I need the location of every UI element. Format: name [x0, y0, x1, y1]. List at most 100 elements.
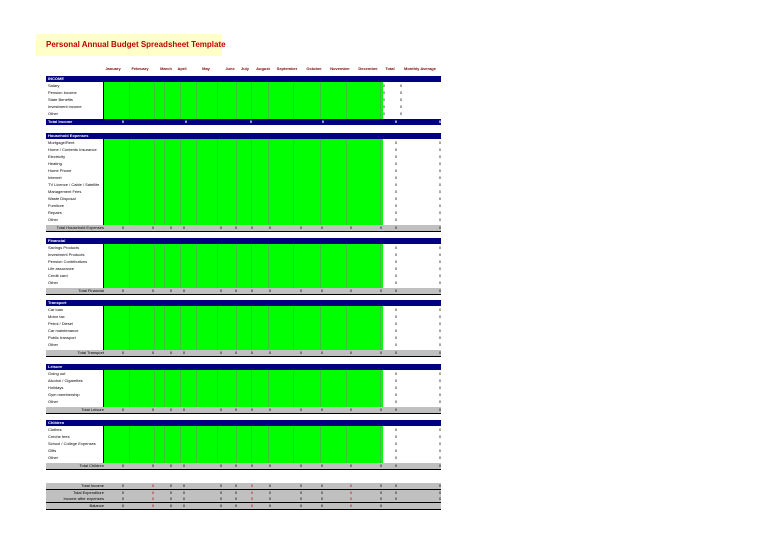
row-label: Life assurance: [48, 266, 75, 271]
row-label: School / College Expenses: [48, 441, 96, 446]
grid-line: [236, 139, 237, 225]
row-label: Internet: [48, 175, 62, 180]
row-total-value: 0: [394, 280, 398, 285]
row-total-value: 0: [394, 342, 398, 347]
grid-line: [293, 244, 294, 288]
row-label: Pension Income: [48, 90, 77, 95]
input-grid[interactable]: [103, 139, 383, 225]
row-average-value: 0: [438, 441, 442, 446]
row-total-value: 0: [394, 321, 398, 326]
grid-line: [129, 306, 130, 350]
column-header-total: Total: [385, 66, 395, 71]
grid-line: [293, 82, 294, 119]
grid-line: [380, 306, 381, 350]
input-grid[interactable]: [103, 244, 383, 288]
grid-line: [217, 82, 218, 119]
grid-line: [293, 139, 294, 225]
row-average-value: 0: [399, 111, 403, 116]
grid-line: [236, 426, 237, 463]
row-total-value: 0: [394, 217, 398, 222]
grid-line: [129, 426, 130, 463]
grid-line: [164, 244, 165, 288]
budget-sheet: January February March April May June July Augu…: [0, 0, 768, 543]
grid-line: [129, 244, 130, 288]
grid-line: [293, 426, 294, 463]
row-label: Waste Disposal: [48, 196, 76, 201]
row-average-value: 0: [438, 259, 442, 264]
grid-line: [196, 370, 197, 407]
row-average-value: 0: [399, 97, 403, 102]
grid-line: [196, 244, 197, 288]
grid-line: [196, 306, 197, 350]
row-label: Going out: [48, 371, 66, 376]
row-total-value: 0: [394, 252, 398, 257]
row-average-value: 0: [438, 154, 442, 159]
row-label: Repairs: [48, 210, 62, 215]
input-grid[interactable]: [103, 306, 383, 350]
row-label: Other: [48, 111, 59, 116]
row-label: TV Licence / Cable / Satellite: [48, 182, 100, 187]
row-label: Savings Products: [48, 245, 80, 250]
grid-line: [380, 244, 381, 288]
grid-line: [236, 244, 237, 288]
grid-line: [320, 244, 321, 288]
row-total-value: 0: [382, 83, 386, 88]
grid-line: [268, 306, 269, 350]
row-label: Car loan: [48, 307, 64, 312]
row-total-value: 0: [394, 448, 398, 453]
row-total-value: 0: [394, 378, 398, 383]
row-total-value: 0: [394, 168, 398, 173]
grid-line: [251, 82, 252, 119]
row-total-value: 0: [394, 154, 398, 159]
input-grid[interactable]: [103, 82, 383, 119]
grid-line: [251, 306, 252, 350]
grid-line: [320, 426, 321, 463]
row-total-value: 0: [394, 441, 398, 446]
row-average-value: 0: [399, 90, 403, 95]
row-total-value: 0: [394, 161, 398, 166]
row-average-value: 0: [438, 189, 442, 194]
row-average-value: 0: [438, 448, 442, 453]
row-total-value: 0: [394, 273, 398, 278]
grid-line: [251, 139, 252, 225]
row-average-value: 0: [438, 252, 442, 257]
row-total-value: 0: [394, 259, 398, 264]
row-total-value: 0: [394, 307, 398, 312]
row-total-value: 0: [394, 175, 398, 180]
row-total-value: 0: [382, 104, 386, 109]
row-total-value: 0: [394, 328, 398, 333]
row-average-value: 0: [438, 280, 442, 285]
row-label: Clothes: [48, 427, 62, 432]
grid-line: [164, 82, 165, 119]
grid-line: [180, 306, 181, 350]
row-total-value: 0: [394, 434, 398, 439]
row-label: Gym membership: [48, 392, 80, 397]
input-grid[interactable]: [103, 370, 383, 407]
grid-line: [380, 370, 381, 407]
row-label: Alcohol / Cigarettes: [48, 378, 83, 383]
row-average-value: 0: [438, 378, 442, 383]
grid-line: [164, 370, 165, 407]
row-label: Salary: [48, 83, 60, 88]
row-label: Other: [48, 280, 59, 285]
summary-rule: [46, 509, 441, 510]
grid-line: [268, 370, 269, 407]
grid-line: [164, 139, 165, 225]
total-underline: [46, 356, 441, 357]
grid-line: [180, 244, 181, 288]
row-label: Holidays: [48, 385, 64, 390]
row-total-value: 0: [394, 455, 398, 460]
row-average-value: 0: [438, 385, 442, 390]
row-average-value: 0: [438, 321, 442, 326]
row-total-value: 0: [394, 203, 398, 208]
row-label: Motor tax: [48, 314, 65, 319]
row-total-value: 0: [382, 90, 386, 95]
row-average-value: 0: [438, 307, 442, 312]
grid-line: [196, 82, 197, 119]
row-total-value: 0: [394, 147, 398, 152]
grid-line: [320, 370, 321, 407]
grid-line: [180, 370, 181, 407]
row-label: Home / Contents Insurance: [48, 147, 97, 152]
row-average-value: 0: [438, 273, 442, 278]
input-grid[interactable]: [103, 426, 383, 463]
